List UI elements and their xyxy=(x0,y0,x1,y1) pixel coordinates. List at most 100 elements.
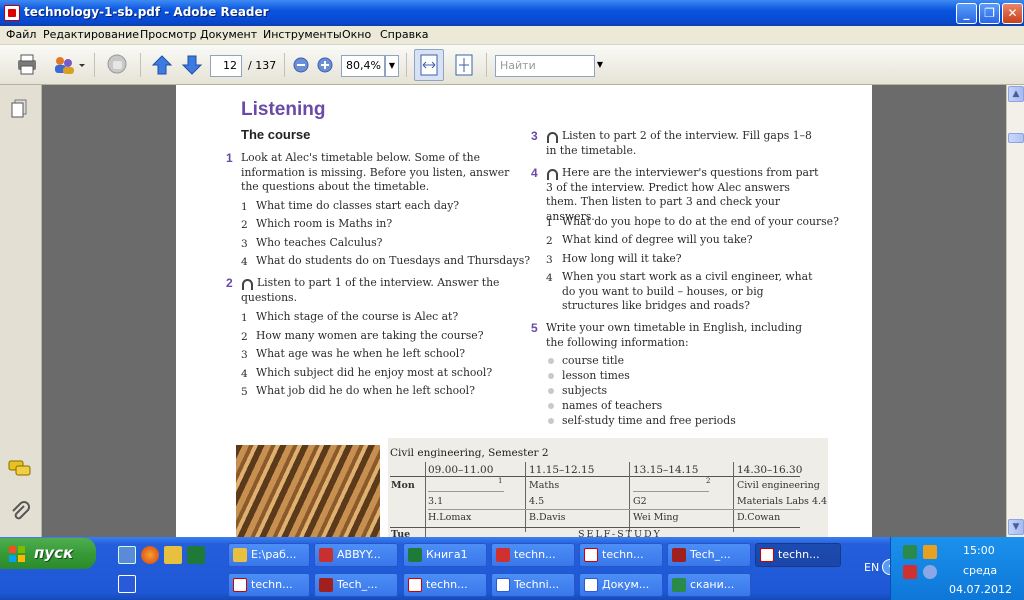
pdf-icon xyxy=(584,548,598,562)
pages-icon xyxy=(11,99,27,118)
system-tray: 15:00 среда 04.07.2012 xyxy=(890,537,1024,600)
pdf-page[interactable]: Listening The course 1 Look at Alec's ti… xyxy=(176,85,872,537)
fit-page-button[interactable] xyxy=(452,51,476,79)
sign-button[interactable] xyxy=(104,51,130,79)
question-text: Which subject did he enjoy most at schoo… xyxy=(256,366,493,379)
bullet-text: self-study time and free periods xyxy=(562,414,736,427)
zoom-out-button[interactable] xyxy=(292,51,310,79)
bullet xyxy=(548,403,554,409)
taskbar-item-active[interactable]: techn... xyxy=(755,543,841,567)
search-input[interactable]: Найти xyxy=(495,55,595,77)
toolbar-separator xyxy=(140,53,141,77)
question-text: What kind of degree will you take? xyxy=(562,233,753,246)
menu-tools[interactable]: Инструменты xyxy=(263,28,342,41)
teacher-cell: Wei Ming xyxy=(633,512,679,523)
previous-page-button[interactable] xyxy=(150,51,174,79)
time-header: 09.00–11.00 xyxy=(428,464,494,476)
menu-window[interactable]: Окно xyxy=(342,28,371,41)
gap-marker: 2 xyxy=(706,477,711,485)
pages-panel-button[interactable] xyxy=(10,99,28,119)
zoom-in-button[interactable] xyxy=(316,51,334,79)
scroll-down-button[interactable]: ▼ xyxy=(1008,519,1024,535)
close-button[interactable]: ✕ xyxy=(1002,3,1023,24)
folder-icon[interactable] xyxy=(164,546,182,564)
taskbar-item[interactable]: Techni... xyxy=(491,573,575,597)
minimize-button[interactable]: _ xyxy=(956,3,977,24)
subject-cell: Maths xyxy=(529,480,560,491)
menu-help[interactable]: Справка xyxy=(380,28,428,41)
fit-width-button[interactable] xyxy=(414,49,444,81)
start-button[interactable]: пуск xyxy=(0,538,96,569)
room-cell: G2 xyxy=(633,496,647,507)
question-number: 5 xyxy=(241,386,248,398)
question-number: 2 xyxy=(546,235,553,247)
folder-icon xyxy=(233,548,247,562)
taskbar-item[interactable]: techn... xyxy=(579,543,663,567)
tray-icon[interactable] xyxy=(923,545,937,559)
question-number: 4 xyxy=(546,272,553,284)
gap-line xyxy=(633,491,709,492)
taskbar-item[interactable]: Докум... xyxy=(579,573,663,597)
archive-icon xyxy=(496,548,510,562)
taskbar-item[interactable]: Книга1 xyxy=(403,543,487,567)
taskbar-item[interactable]: techn... xyxy=(491,543,575,567)
teacher-cell: D.Cowan xyxy=(737,512,781,523)
fit-width-icon xyxy=(420,54,438,76)
taskbar-item[interactable]: Tech_... xyxy=(314,573,398,597)
question-number: 3 xyxy=(241,238,248,250)
page-total: / 137 xyxy=(248,59,277,72)
question-number: 3 xyxy=(546,254,553,266)
question-text: Which room is Maths in? xyxy=(256,217,393,230)
taskbar-item[interactable]: Tech_... xyxy=(667,543,751,567)
zoom-dropdown-button[interactable]: ▼ xyxy=(385,55,399,77)
exercise-instruction: Look at Alec's timetable below. Some of … xyxy=(241,151,510,193)
teacher-cell: H.Lomax xyxy=(428,512,472,523)
taskbar-item[interactable]: techn... xyxy=(403,573,487,597)
collaborate-button[interactable] xyxy=(50,51,86,79)
scroll-up-button[interactable]: ▲ xyxy=(1008,86,1024,102)
tray-icon[interactable] xyxy=(903,545,917,559)
tray-icon[interactable] xyxy=(923,565,937,579)
scroll-thumb[interactable] xyxy=(1008,133,1024,143)
taskbar-item[interactable]: techn... xyxy=(228,573,310,597)
lecture-hall-photo xyxy=(236,445,380,537)
search-dropdown-button[interactable]: ▼ xyxy=(595,55,605,77)
gap-marker: 1 xyxy=(498,477,503,485)
taskbar-item[interactable]: E:\раб... xyxy=(228,543,310,567)
page-number-input[interactable]: 12 xyxy=(210,55,242,77)
print-button[interactable] xyxy=(14,51,40,79)
table-rule xyxy=(629,462,630,532)
question-text: Who teaches Calculus? xyxy=(256,236,383,249)
menu-view[interactable]: Просмотр xyxy=(140,28,196,41)
menu-file[interactable]: Файл xyxy=(6,28,36,41)
menu-document[interactable]: Документ xyxy=(200,28,257,41)
fit-page-icon xyxy=(455,54,473,76)
maximize-button[interactable]: ❐ xyxy=(979,3,1000,24)
table-rule xyxy=(525,462,526,532)
show-desktop-icon[interactable] xyxy=(118,546,136,564)
taskbar-item[interactable]: скани... xyxy=(667,573,751,597)
zoom-level-field[interactable]: 80,4% xyxy=(341,55,385,77)
bullet xyxy=(548,418,554,424)
taskbar-item[interactable]: ABBYY... xyxy=(314,543,398,567)
tray-icon[interactable] xyxy=(903,565,917,579)
language-indicator[interactable]: EN xyxy=(864,561,879,574)
menu-edit[interactable]: Редактирование xyxy=(43,28,139,41)
room-cell: 4.5 xyxy=(529,496,545,507)
comments-panel-button[interactable] xyxy=(8,459,32,479)
clock-date: 04.07.2012 xyxy=(949,583,1012,596)
next-page-button[interactable] xyxy=(180,51,204,79)
exercise-number: 2 xyxy=(226,276,233,290)
attachments-panel-button[interactable] xyxy=(10,501,30,523)
paperclip-icon xyxy=(12,501,30,520)
excel-icon[interactable] xyxy=(187,546,205,564)
vertical-scrollbar[interactable]: ▲ ▼ xyxy=(1006,85,1024,537)
firefox-icon[interactable] xyxy=(141,546,159,564)
scanner-icon xyxy=(672,578,686,592)
exercise-number: 3 xyxy=(531,129,538,143)
taskbar: пуск E:\раб... ABBYY... Книга1 techn... … xyxy=(0,537,1024,600)
pdf-icon xyxy=(408,578,422,592)
word-icon[interactable] xyxy=(118,575,136,593)
clock-time[interactable]: 15:00 xyxy=(963,544,995,557)
exercise-instruction: Write your own timetable in English, inc… xyxy=(546,321,802,349)
